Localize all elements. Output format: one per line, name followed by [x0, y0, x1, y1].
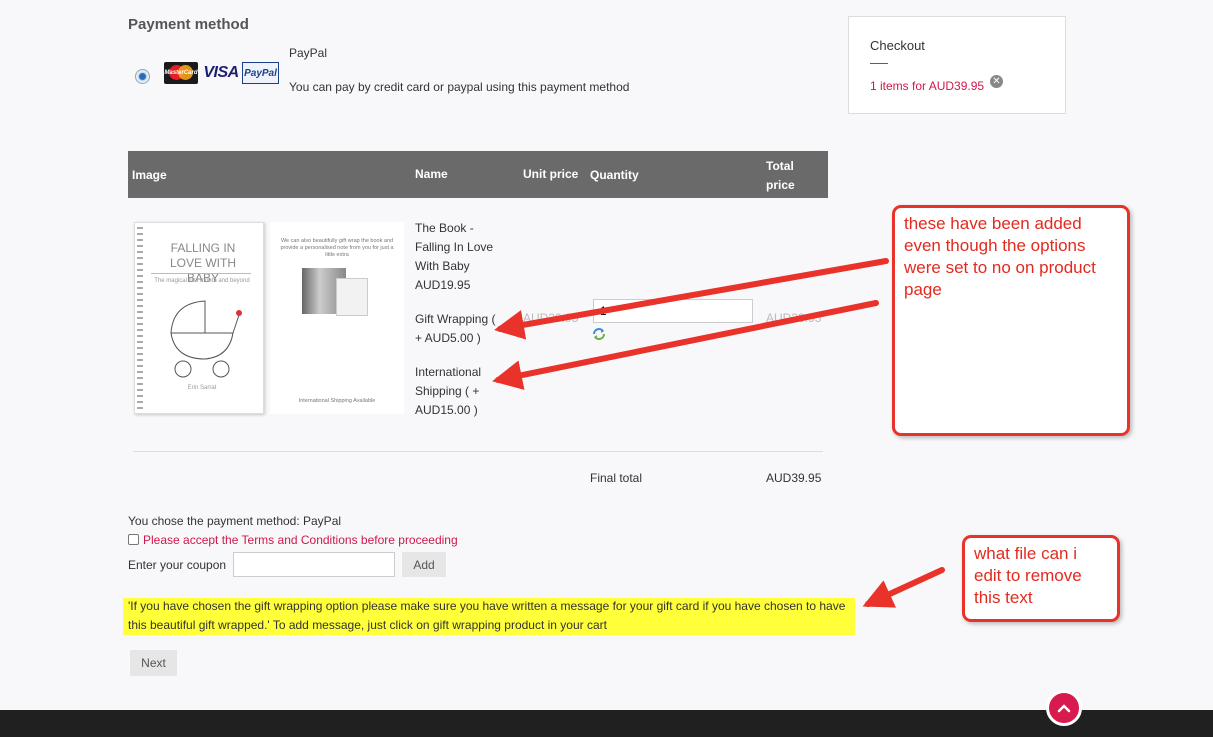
arrow-to-shipping [492, 300, 879, 390]
annotation-callout-options: these have been added even though the op… [892, 205, 1130, 436]
annotation-callout-file: what file can i edit to remove this text [962, 535, 1120, 622]
arrow-to-message [862, 567, 945, 608]
arrow-to-gift-wrapping [494, 258, 889, 340]
